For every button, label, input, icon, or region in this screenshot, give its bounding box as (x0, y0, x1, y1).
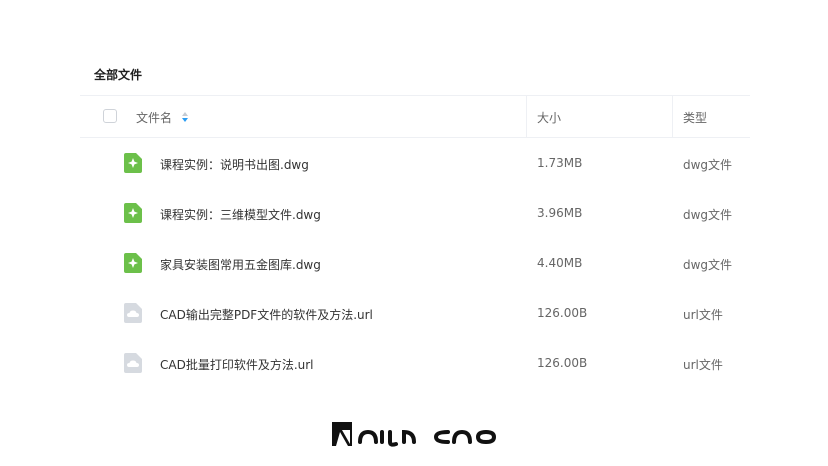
page-title: 全部文件 (94, 68, 143, 82)
file-size: 126.00B (537, 356, 588, 370)
file-size: 126.00B (537, 306, 588, 320)
file-type: dwg文件 (683, 208, 733, 222)
file-size: 3.96MB (537, 206, 583, 220)
column-divider[interactable] (526, 96, 527, 137)
file-row[interactable]: CAD输出完整PDF文件的软件及方法.url 126.00B url文件 (80, 288, 750, 338)
file-type: dwg文件 (683, 258, 733, 272)
file-table: 文件名 大小 类型 课程实例：说明书出图.dwg 1.73MB dwg文件 课程实例：… (80, 95, 750, 388)
select-all-checkbox[interactable] (103, 109, 117, 123)
file-size: 1.73MB (537, 156, 583, 170)
column-header-size[interactable]: 大小 (537, 109, 561, 126)
file-row[interactable]: 家具安装图常用五金图库.dwg 4.40MB dwg文件 (80, 238, 750, 288)
column-header-name[interactable]: 文件名 (136, 109, 172, 126)
file-size: 4.40MB (537, 256, 583, 270)
sort-icon[interactable] (182, 111, 188, 123)
column-divider[interactable] (672, 96, 673, 137)
file-name-link[interactable]: CAD批量打印软件及方法.url (160, 356, 314, 373)
file-name-link[interactable]: 家具安装图常用五金图库.dwg (160, 256, 321, 273)
dwg-file-icon (124, 203, 142, 223)
file-row[interactable]: 课程实例：说明书出图.dwg 1.73MB dwg文件 (80, 138, 750, 188)
file-name-link[interactable]: CAD输出完整PDF文件的软件及方法.url (160, 306, 373, 323)
file-name-link[interactable]: 课程实例：三维模型文件.dwg (160, 206, 321, 223)
file-type: url文件 (683, 358, 723, 372)
file-name-link[interactable]: 课程实例：说明书出图.dwg (160, 156, 309, 173)
watermark-logo (332, 422, 497, 447)
url-file-icon (124, 303, 142, 323)
file-row[interactable]: CAD批量打印软件及方法.url 126.00B url文件 (80, 338, 750, 388)
file-type: url文件 (683, 308, 723, 322)
dwg-file-icon (124, 153, 142, 173)
file-type: dwg文件 (683, 158, 733, 172)
table-header: 文件名 大小 类型 (80, 95, 750, 138)
url-file-icon (124, 353, 142, 373)
file-row[interactable]: 课程实例：三维模型文件.dwg 3.96MB dwg文件 (80, 188, 750, 238)
column-header-type[interactable]: 类型 (683, 109, 707, 126)
dwg-file-icon (124, 253, 142, 273)
